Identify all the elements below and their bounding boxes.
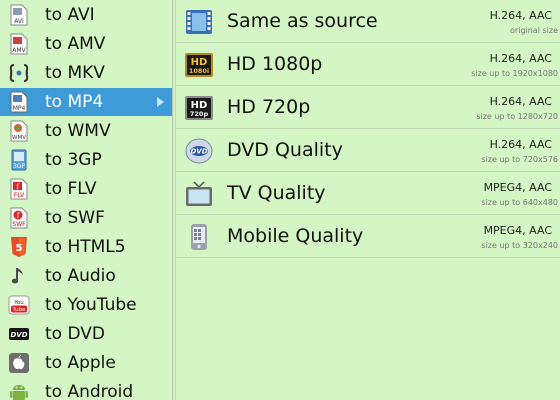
format-item-youtube[interactable]: You Tube to YouTube <box>0 291 172 319</box>
format-item-amv[interactable]: AMV to AMV <box>0 30 172 58</box>
format-label: to Apple <box>45 353 116 373</box>
submenu-arrow-icon <box>157 97 164 107</box>
svg-text:DVD: DVD <box>10 331 27 339</box>
hd-1080-icon: HD 1080i <box>184 50 214 80</box>
android-icon <box>8 381 30 400</box>
format-label: to Android <box>45 382 134 400</box>
avi-file-icon: AVI <box>8 4 30 26</box>
format-list: AVI to AVI AMV to AMV to MKV MP4 to MP4 … <box>0 0 172 400</box>
quality-size: size up to 640x480 <box>481 198 558 207</box>
3gp-file-icon: 3GP <box>8 149 30 171</box>
swf-file-icon: f SWF <box>8 207 30 229</box>
quality-size: size up to 1280x720 <box>476 112 558 121</box>
film-strip-icon <box>184 7 214 37</box>
format-item-mp4[interactable]: MP4 to MP4 <box>0 88 172 116</box>
format-label: to AVI <box>45 5 95 25</box>
svg-text:FLV: FLV <box>14 192 25 199</box>
amv-file-icon: AMV <box>8 33 30 55</box>
quality-item-mobile[interactable]: Mobile Quality MPEG4, AAC size up to 320… <box>176 215 560 258</box>
flv-file-icon: f FLV <box>8 178 30 200</box>
format-item-3gp[interactable]: 3GP to 3GP <box>0 146 172 174</box>
quality-size: size up to 720x576 <box>481 155 558 164</box>
quality-name: Mobile Quality <box>227 225 364 247</box>
format-item-avi[interactable]: AVI to AVI <box>0 1 172 29</box>
apple-icon <box>8 352 30 374</box>
svg-text:3GP: 3GP <box>13 163 25 170</box>
mobile-phone-icon <box>184 222 214 252</box>
mp4-file-icon: MP4 <box>8 91 30 113</box>
format-label: to YouTube <box>45 295 137 315</box>
format-label: to DVD <box>45 324 105 344</box>
svg-text:720p: 720p <box>190 110 209 118</box>
quality-size: original size <box>510 26 558 35</box>
quality-item-tv[interactable]: TV Quality MPEG4, AAC size up to 640x480 <box>176 172 560 215</box>
format-item-android[interactable]: to Android <box>0 378 172 400</box>
format-label: to AMV <box>45 34 106 54</box>
format-label: to MP4 <box>45 92 104 112</box>
youtube-icon: You Tube <box>8 294 30 316</box>
format-label: to FLV <box>45 179 97 199</box>
quality-name: HD 1080p <box>227 53 323 75</box>
quality-name: Same as source <box>227 10 378 32</box>
svg-text:AMV: AMV <box>12 47 26 54</box>
quality-codec: MPEG4, AAC <box>483 224 552 237</box>
quality-item-hd-1080p[interactable]: HD 1080i HD 1080p H.264, AAC size up to 1… <box>176 43 560 86</box>
svg-text:1080i: 1080i <box>189 67 209 75</box>
format-item-mkv[interactable]: to MKV <box>0 59 172 87</box>
svg-text:WMV: WMV <box>12 135 26 141</box>
quality-codec: H.264, AAC <box>489 9 552 22</box>
quality-name: HD 720p <box>227 96 311 118</box>
dvd-icon: DVD <box>8 323 30 345</box>
hd-720-icon: HD 720p <box>184 93 214 123</box>
format-item-html5[interactable]: 5 to HTML5 <box>0 233 172 261</box>
quality-name: DVD Quality <box>227 139 343 161</box>
wmv-file-icon: WMV <box>8 120 30 142</box>
format-item-dvd[interactable]: DVD to DVD <box>0 320 172 348</box>
svg-text:DVD: DVD <box>190 148 207 156</box>
format-label: to SWF <box>45 208 105 228</box>
quality-name: TV Quality <box>227 182 326 204</box>
html5-icon: 5 <box>8 236 30 258</box>
svg-text:Tube: Tube <box>12 307 27 313</box>
format-label: to 3GP <box>45 150 102 170</box>
dvd-disc-icon: DVD <box>184 136 214 166</box>
svg-text:5: 5 <box>16 243 23 254</box>
tv-icon <box>184 179 214 209</box>
format-label: to WMV <box>45 121 111 141</box>
music-note-icon <box>8 265 30 287</box>
quality-size: size up to 320x240 <box>481 241 558 250</box>
empty-area <box>176 258 560 400</box>
quality-size: size up to 1920x1080 <box>471 69 558 78</box>
format-item-wmv[interactable]: WMV to WMV <box>0 117 172 145</box>
svg-text:You: You <box>13 300 23 306</box>
svg-text:SWF: SWF <box>12 221 26 228</box>
format-label: to MKV <box>45 63 105 83</box>
quality-codec: H.264, AAC <box>489 52 552 65</box>
quality-item-dvd[interactable]: DVD DVD Quality H.264, AAC size up to 72… <box>176 129 560 172</box>
mkv-icon <box>8 62 30 84</box>
quality-item-hd-720p[interactable]: HD 720p HD 720p H.264, AAC size up to 128… <box>176 86 560 129</box>
quality-item-same-as-source[interactable]: Same as source H.264, AAC original size <box>176 0 560 43</box>
format-item-audio[interactable]: to Audio <box>0 262 172 290</box>
format-item-apple[interactable]: to Apple <box>0 349 172 377</box>
format-label: to HTML5 <box>45 237 126 257</box>
quality-list: Same as source H.264, AAC original size … <box>176 0 560 400</box>
format-item-flv[interactable]: f FLV to FLV <box>0 175 172 203</box>
quality-codec: H.264, AAC <box>489 138 552 151</box>
quality-codec: H.264, AAC <box>489 95 552 108</box>
svg-text:AVI: AVI <box>14 18 24 25</box>
svg-text:MP4: MP4 <box>13 105 26 112</box>
format-label: to Audio <box>45 266 116 286</box>
format-item-swf[interactable]: f SWF to SWF <box>0 204 172 232</box>
quality-codec: MPEG4, AAC <box>483 181 552 194</box>
